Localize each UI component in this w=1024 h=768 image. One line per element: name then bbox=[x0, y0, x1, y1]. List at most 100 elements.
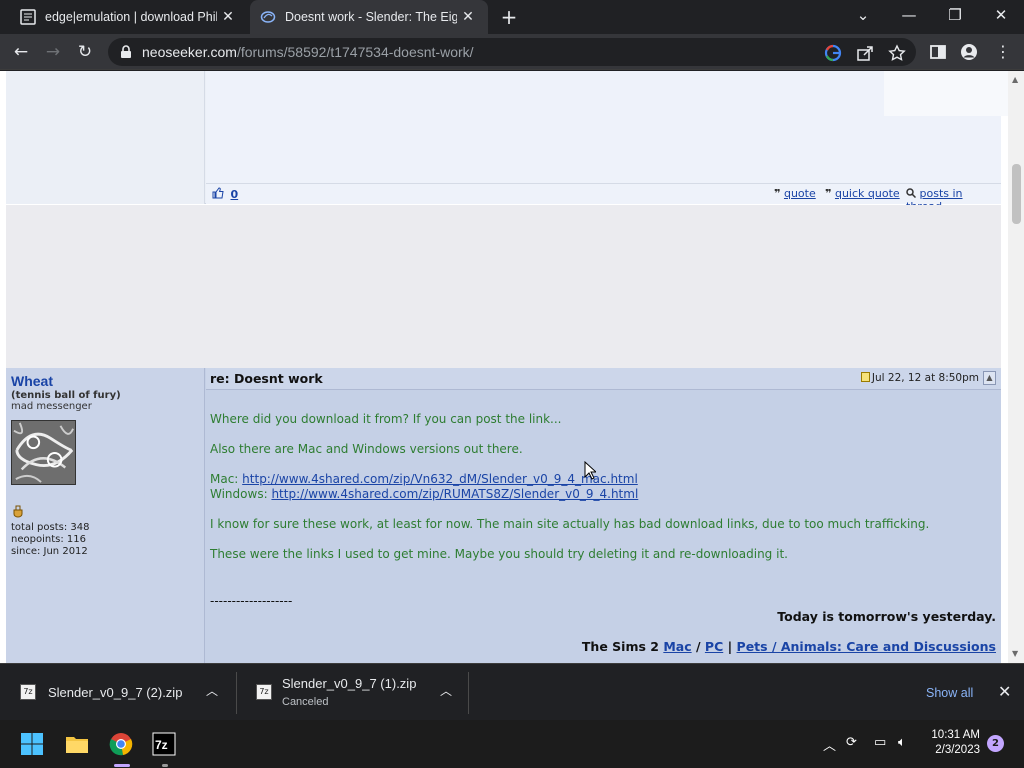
tab-title: Doesnt work - Slender: The Eight bbox=[285, 10, 457, 24]
author-total-posts: total posts: 348 bbox=[11, 522, 90, 533]
previous-post-footer: 0 ❞ quote ❞ quick quote posts in thread bbox=[206, 183, 1001, 213]
download-options-chevron-icon[interactable]: ︿ bbox=[440, 682, 452, 699]
forward-button[interactable]: → bbox=[40, 39, 66, 65]
svg-text:7z: 7z bbox=[155, 738, 168, 752]
document-favicon-icon bbox=[20, 9, 36, 25]
previous-post-body bbox=[206, 71, 1008, 183]
post-line-2: Also there are Mac and Windows versions … bbox=[210, 442, 523, 456]
tab-edge-emulation[interactable]: edge|emulation | download Philip ✕ bbox=[8, 0, 248, 34]
tab-doesnt-work[interactable]: Doesnt work - Slender: The Eight ✕ bbox=[250, 0, 488, 34]
new-tab-button[interactable]: + bbox=[498, 7, 520, 29]
quote-action[interactable]: ❞ quote bbox=[774, 187, 816, 200]
author-title: (tennis ball of fury) bbox=[11, 390, 121, 401]
address-bar[interactable]: neoseeker.com/forums/58592/t1747534-does… bbox=[108, 38, 916, 66]
download-status: Canceled bbox=[282, 696, 329, 708]
ad-spacer bbox=[6, 205, 1001, 368]
author-since: since: Jun 2012 bbox=[11, 546, 88, 557]
author-rank: mad messenger bbox=[11, 401, 92, 412]
post-subject: re: Doesnt work bbox=[210, 371, 323, 386]
quick-quote-link[interactable]: quick quote bbox=[835, 187, 900, 200]
bookmark-star-icon[interactable] bbox=[888, 44, 906, 62]
tab-title: edge|emulation | download Philip bbox=[45, 10, 217, 24]
signature-mac-link[interactable]: Mac bbox=[663, 639, 691, 654]
windows-start-icon[interactable] bbox=[20, 732, 44, 756]
show-all-downloads-button[interactable]: Show all bbox=[926, 686, 973, 700]
post-author-panel: Wheat (tennis ball of fury) mad messenge… bbox=[6, 368, 205, 663]
file-explorer-icon[interactable] bbox=[65, 732, 89, 756]
windows-download-link[interactable]: http://www.4shared.com/zip/RUMATS8Z/Slen… bbox=[271, 487, 638, 501]
lock-icon[interactable] bbox=[120, 45, 132, 59]
previous-post: 0 ❞ quote ❞ quick quote posts in thread bbox=[6, 71, 1008, 213]
previous-post-user-column bbox=[6, 71, 205, 204]
like-button[interactable]: 0 bbox=[212, 187, 238, 201]
browser-toolbar: ← → ↻ neoseeker.com/forums/58592/t174753… bbox=[0, 34, 1024, 70]
quote-link[interactable]: quote bbox=[784, 187, 816, 200]
post-body: Where did you download it from? If you c… bbox=[206, 391, 1001, 663]
reload-button[interactable]: ↻ bbox=[72, 39, 98, 65]
menu-kebab-icon[interactable]: ⋮ bbox=[990, 39, 1016, 65]
author-username[interactable]: Wheat bbox=[11, 373, 199, 389]
post-header: re: Doesnt work Jul 22, 12 at 8:50pm ▲ bbox=[206, 368, 1001, 390]
windows-link-line: Windows: http://www.4shared.com/zip/RUMA… bbox=[210, 487, 638, 501]
system-clock[interactable]: 10:31 AM 2/3/2023 bbox=[928, 728, 980, 758]
download-item[interactable]: 7z Slender_v0_9_7 (1).zip Canceled ︿ bbox=[236, 664, 468, 721]
scroll-top-button[interactable]: ▲ bbox=[983, 371, 996, 385]
chrome-icon[interactable] bbox=[109, 732, 133, 756]
like-count[interactable]: 0 bbox=[231, 188, 239, 201]
close-downloads-bar-icon[interactable]: ✕ bbox=[998, 682, 1011, 701]
mac-download-link[interactable]: http://www.4shared.com/zip/Vn632_dM/Slen… bbox=[242, 472, 638, 486]
signature-links: The Sims 2 Mac / PC | Pets / Animals: Ca… bbox=[582, 639, 996, 654]
post-line-3: I know for sure these work, at least for… bbox=[210, 517, 930, 531]
author-neopoints: neopoints: 116 bbox=[11, 534, 86, 545]
post-date-text: Jul 22, 12 at 8:50pm bbox=[871, 372, 979, 384]
windows-label: Windows: bbox=[210, 487, 272, 501]
volume-icon[interactable]: 🔈︎ bbox=[898, 735, 906, 750]
show-hidden-icons-chevron-icon[interactable]: ︿ bbox=[823, 735, 836, 754]
signature-pets-link[interactable]: Pets / Animals: Care and Discussions bbox=[737, 639, 996, 654]
profile-avatar-icon[interactable] bbox=[960, 43, 978, 61]
7zip-icon[interactable]: 7z bbox=[152, 732, 176, 756]
scroll-down-arrow-icon[interactable]: ▼ bbox=[1012, 649, 1018, 658]
share-icon[interactable] bbox=[856, 44, 874, 62]
signature-quote: Today is tomorrow's yesterday. bbox=[777, 609, 996, 624]
author-avatar[interactable] bbox=[11, 420, 76, 485]
tab-search-chevron-icon[interactable]: ⌄ bbox=[840, 0, 886, 34]
google-lens-icon[interactable] bbox=[824, 44, 842, 62]
search-icon bbox=[906, 188, 917, 199]
post-line-4: These were the links I used to get mine.… bbox=[210, 547, 788, 561]
minimize-button[interactable]: — bbox=[886, 0, 932, 34]
quick-quote-icon: ❞ bbox=[825, 187, 832, 200]
mouse-cursor-icon bbox=[584, 461, 596, 480]
signature-divider: ------------------- bbox=[210, 594, 293, 608]
close-tab-icon[interactable]: ✕ bbox=[460, 9, 476, 25]
thumbs-up-icon bbox=[212, 187, 224, 199]
side-panel-icon[interactable] bbox=[929, 43, 947, 61]
close-window-button[interactable]: ✕ bbox=[978, 0, 1024, 34]
signature-pc-link[interactable]: PC bbox=[705, 639, 723, 654]
url-host: neoseeker.com bbox=[142, 44, 237, 60]
zip-file-icon: 7z bbox=[256, 684, 272, 700]
download-filename: Slender_v0_9_7 (1).zip bbox=[282, 676, 417, 691]
scroll-up-arrow-icon[interactable]: ▲ bbox=[1012, 75, 1018, 84]
download-options-chevron-icon[interactable]: ︿ bbox=[206, 682, 218, 699]
restore-button[interactable]: ❐ bbox=[932, 0, 978, 34]
award-icon bbox=[11, 503, 199, 522]
network-icon[interactable]: ▭ bbox=[874, 735, 886, 750]
quote-icon: ❞ bbox=[774, 187, 781, 200]
signature-separator: / bbox=[691, 639, 705, 654]
back-button[interactable]: ← bbox=[8, 39, 34, 65]
url-path: /forums/58592/t1747534-doesnt-work/ bbox=[236, 44, 474, 60]
scrollbar-thumb[interactable] bbox=[1012, 164, 1021, 224]
sync-icon[interactable]: ⟳ bbox=[846, 735, 857, 750]
quick-quote-action[interactable]: ❞ quick quote bbox=[825, 187, 900, 200]
divider bbox=[468, 672, 469, 714]
download-filename: Slender_v0_9_7 (2).zip bbox=[48, 685, 183, 700]
page-scrollbar[interactable]: ▲ ▼ bbox=[1008, 71, 1024, 663]
active-app-indicator bbox=[114, 764, 130, 767]
clock-date: 2/3/2023 bbox=[935, 744, 980, 756]
download-item[interactable]: 7z Slender_v0_9_7 (2).zip ︿ bbox=[0, 664, 236, 721]
notification-badge[interactable]: 2 bbox=[987, 735, 1004, 752]
post-date: Jul 22, 12 at 8:50pm bbox=[860, 372, 979, 384]
neoseeker-favicon-icon bbox=[260, 11, 276, 23]
close-tab-icon[interactable]: ✕ bbox=[220, 9, 236, 25]
